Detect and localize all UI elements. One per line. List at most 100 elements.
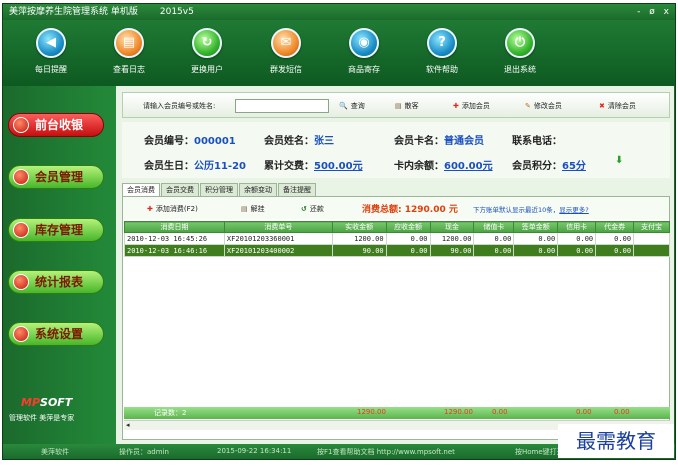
window-title: 美萍按摩养生院管理系统 单机版	[9, 7, 138, 17]
version-label: 2015v5	[159, 7, 194, 17]
cell-alipay	[633, 244, 670, 257]
add-member-icon: ✚	[453, 102, 459, 110]
guest-button[interactable]: ▤ 散客	[395, 101, 419, 111]
member-search-bar: 请输入会员编号或姓名: 🔍 查询 ▤ 散客 ✚ 添加会员 ✎ 修改会员 ✖ 清除会员	[122, 92, 670, 118]
toolbar-log-button[interactable]: ▤ 查看日志	[97, 28, 161, 75]
arrow-down-icon[interactable]: ⬇	[615, 155, 623, 166]
consumption-total: 消费总额: 1290.00 元	[362, 205, 458, 215]
sidebar-item-label: 统计报表	[35, 275, 84, 289]
member-name: 会员姓名：张三	[264, 136, 334, 147]
footer-sum-credit-card: 0.00	[576, 408, 592, 416]
cell-cash: 1200.00	[429, 232, 475, 245]
sidebar-item-inventory[interactable]: 库存管理	[8, 218, 104, 242]
toolbar-reminder-button[interactable]: ◀ 每日提醒	[19, 28, 83, 75]
tab-payment[interactable]: 会员交费	[161, 183, 199, 197]
switch-user-icon: ↻	[192, 28, 222, 58]
sidebar-item-cashier[interactable]: 前台收银	[8, 113, 104, 137]
toolbar-label: 群发短信	[270, 65, 302, 74]
toolbar-switch-user-button[interactable]: ↻ 更换用户	[175, 28, 239, 75]
col-signed[interactable]: 签单金额	[513, 221, 559, 233]
bullet-icon	[13, 274, 29, 290]
sidebar-item-members[interactable]: 会员管理	[8, 165, 104, 189]
col-date[interactable]: 消费日期	[124, 221, 225, 233]
sidebar-item-reports[interactable]: 统计报表	[8, 270, 104, 294]
edit-member-icon: ✎	[525, 102, 531, 110]
cell-cash: 90.00	[429, 244, 475, 257]
tab-notes[interactable]: 备注提醒	[278, 183, 316, 197]
table-row[interactable]: 2010-12-03 16:46:16 XF20101203400002 90.…	[124, 244, 670, 257]
cell-due: 0.00	[385, 244, 431, 257]
cell-received: 90.00	[331, 244, 387, 257]
tab-balance-change[interactable]: 余额变动	[239, 183, 277, 197]
clear-member-button[interactable]: ✖ 清除会员	[599, 101, 636, 111]
restore-button[interactable]: ø	[649, 7, 655, 17]
cell-voucher: 0.00	[595, 232, 635, 245]
cell-bill-no: XF20101203360001	[223, 232, 333, 245]
member-search-input[interactable]	[235, 99, 329, 113]
cell-stored-card: 0.00	[473, 244, 515, 257]
footer-sum-received: 1290.00	[357, 408, 386, 416]
bullet-icon	[13, 222, 29, 238]
member-card: 会员卡名：普通会员	[394, 136, 484, 147]
col-received[interactable]: 实收金额	[331, 221, 387, 233]
toolbar-label: 每日提醒	[35, 65, 67, 74]
toolbar-label: 退出系统	[504, 65, 536, 74]
help-icon: ?	[427, 28, 457, 58]
edit-member-button[interactable]: ✎ 修改会员	[525, 101, 562, 111]
member-balance: 卡内余额：600.00元	[394, 161, 493, 172]
show-more-link[interactable]: 显示更多?	[559, 206, 588, 214]
power-icon: ⏻	[505, 28, 535, 58]
search-label: 请输入会员编号或姓名:	[143, 102, 216, 110]
query-button[interactable]: 🔍 查询	[339, 101, 365, 111]
add-member-button[interactable]: ✚ 添加会员	[453, 101, 490, 111]
title-bar: 美萍按摩养生院管理系统 单机版 2015v5 - ø x	[3, 4, 675, 20]
bill-hint: 下方账单默认显示最近10条，显示更多?	[473, 206, 589, 214]
col-alipay[interactable]: 支付宝	[633, 221, 670, 233]
toolbar-sms-button[interactable]: ✉ 群发短信	[254, 28, 318, 75]
close-button[interactable]: x	[664, 7, 669, 17]
consumption-panel: ✚ 添加消费(F2) ▤ 解挂 ↺ 还款 消费总额: 1290.00 元 下方账单默认…	[122, 196, 670, 440]
col-voucher[interactable]: 代金券	[595, 221, 635, 233]
table-header: 消费日期 消费单号 实收金额 应收金额 现金 储值卡 签单金额 信用卡 代金券 …	[124, 221, 670, 233]
cell-date: 2010-12-03 16:46:16	[124, 244, 225, 257]
col-bill-no[interactable]: 消费单号	[223, 221, 333, 233]
tab-points[interactable]: 积分管理	[200, 183, 238, 197]
scroll-left-icon[interactable]: ◂	[126, 421, 130, 429]
app-window: 美萍按摩养生院管理系统 单机版 2015v5 - ø x ◀ 每日提醒 ▤ 查看日…	[2, 3, 676, 460]
sidebar-item-label: 会员管理	[35, 170, 84, 184]
release-button[interactable]: ▤ 解挂	[241, 204, 265, 214]
cell-received: 1200.00	[331, 232, 387, 245]
sidebar-item-label: 库存管理	[35, 223, 84, 237]
member-tabs: 会员消费 会员交费 积分管理 余额变动 备注提醒	[122, 183, 317, 197]
sidebar-item-settings[interactable]: 系统设置	[8, 322, 104, 346]
watermark: 最需教育	[558, 424, 674, 458]
table-row[interactable]: 2010-12-03 16:45:26 XF20101203360001 120…	[124, 232, 670, 245]
col-stored-card[interactable]: 储值卡	[473, 221, 515, 233]
col-credit-card[interactable]: 信用卡	[557, 221, 597, 233]
toolbar-exit-button[interactable]: ⏻ 退出系统	[488, 28, 552, 75]
tab-consumption[interactable]: 会员消费	[122, 183, 160, 197]
col-due[interactable]: 应收金额	[385, 221, 431, 233]
status-help: 按F1查看帮助文档 http://www.mpsoft.net	[317, 448, 455, 456]
toolbar-storage-button[interactable]: ◉ 商品寄存	[332, 28, 396, 75]
member-birthday: 会员生日：公历11-20	[144, 161, 246, 172]
repay-button[interactable]: ↺ 还款	[301, 204, 324, 214]
status-operator: 操作员：admin	[119, 448, 169, 456]
cell-due: 0.00	[385, 232, 431, 245]
cell-bill-no: XF20101203400002	[223, 244, 333, 257]
status-datetime: 2015-09-22 16:34:11	[217, 447, 292, 455]
minimize-button[interactable]: -	[637, 7, 640, 17]
bullet-icon	[13, 326, 29, 342]
repay-icon: ↺	[301, 205, 307, 213]
release-icon: ▤	[241, 205, 248, 213]
col-cash[interactable]: 现金	[429, 221, 475, 233]
toolbar-help-button[interactable]: ? 软件帮助	[410, 28, 474, 75]
member-info: 会员编号：000001 会员姓名：张三 会员卡名：普通会员 联系电话： 会员生日…	[122, 122, 670, 178]
consumption-toolbar: ✚ 添加消费(F2) ▤ 解挂 ↺ 还款 消费总额: 1290.00 元 下方账单默认…	[123, 197, 669, 219]
brand-slogan: 管理软件 美萍是专家	[9, 414, 75, 422]
add-consumption-button[interactable]: ✚ 添加消费(F2)	[147, 204, 198, 214]
sms-icon: ✉	[271, 28, 301, 58]
bullet-icon	[13, 117, 29, 133]
cell-date: 2010-12-03 16:45:26	[124, 232, 225, 245]
toolbar-label: 更换用户	[191, 65, 223, 74]
